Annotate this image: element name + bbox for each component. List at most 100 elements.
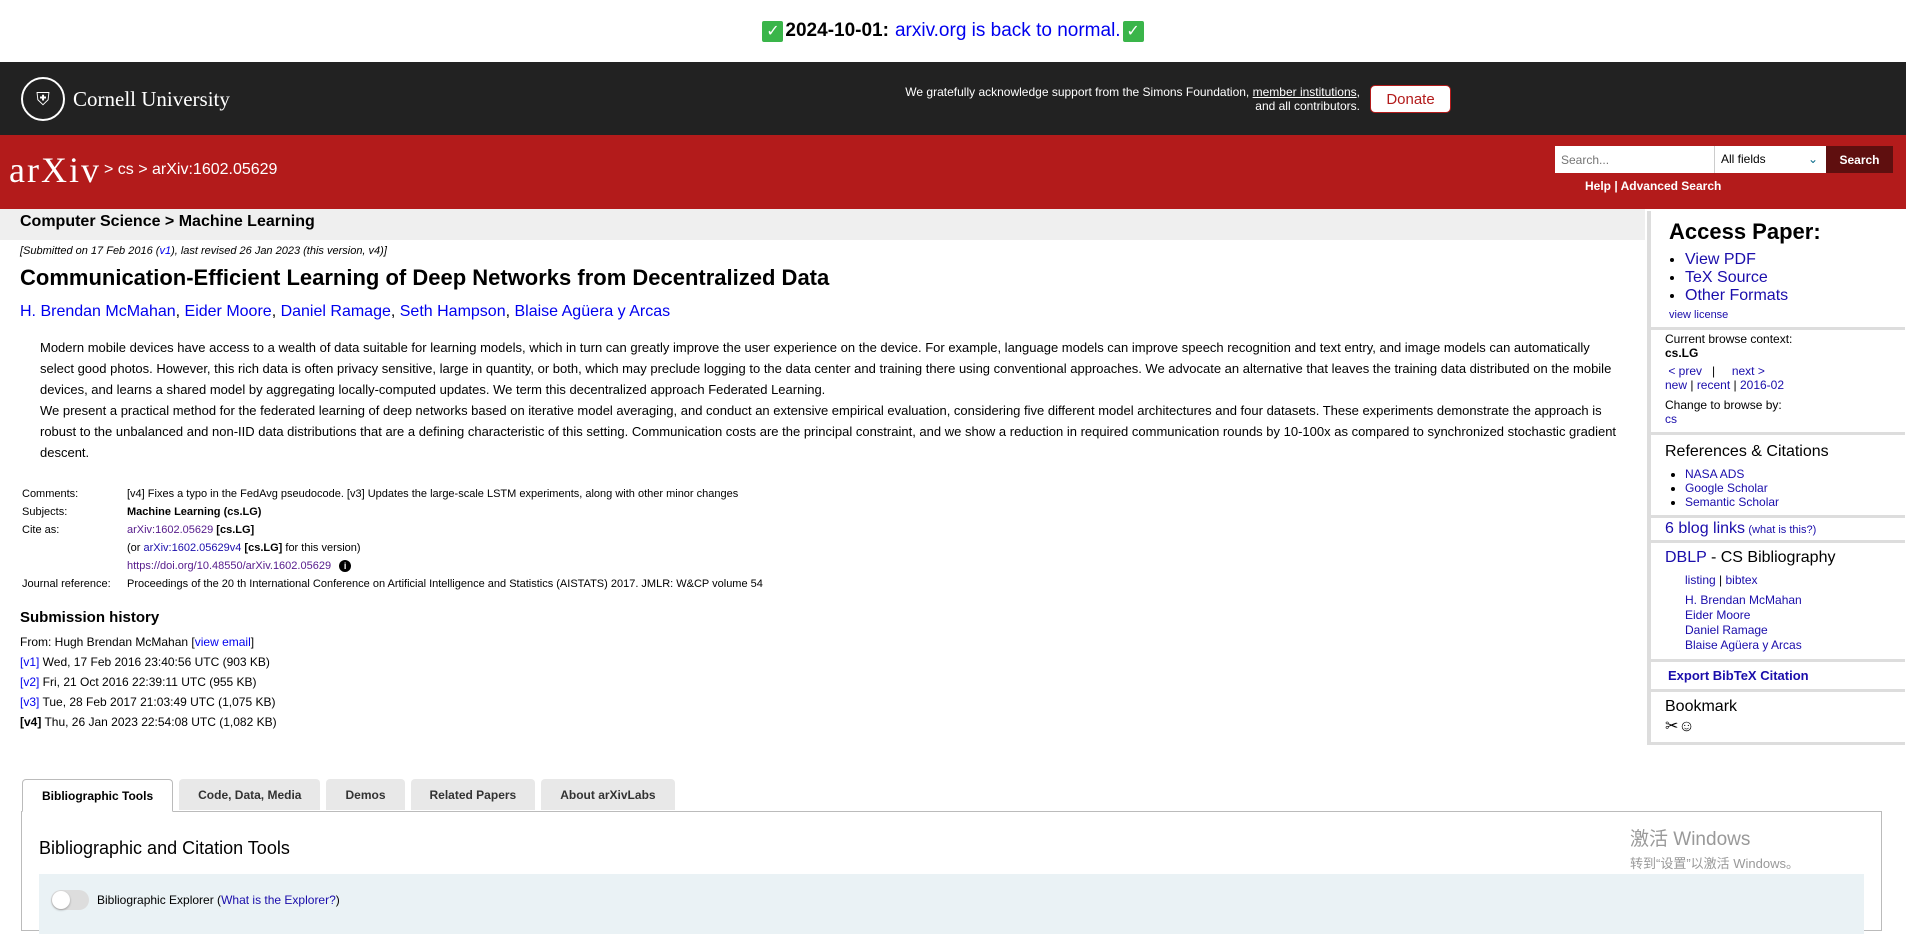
announcement-link[interactable]: arxiv.org is back to normal. xyxy=(895,20,1121,42)
tab-related-papers[interactable]: Related Papers xyxy=(410,779,536,810)
tab-bibliographic-tools[interactable]: Bibliographic Tools xyxy=(22,779,174,812)
what-is-this-link[interactable]: (what is this?) xyxy=(1748,524,1816,536)
cite-or-pre: (or xyxy=(127,542,144,554)
abstract-paragraph: Modern mobile devices have access to a w… xyxy=(40,340,1612,397)
change-browse-label: Change to browse by: xyxy=(1665,398,1782,412)
submission-history: From: Hugh Brendan McMahan [view email] … xyxy=(20,632,1630,732)
author-link[interactable]: Seth Hampson xyxy=(400,303,506,320)
comments-label: Comments: xyxy=(22,488,79,500)
paper-main: [Submitted on 17 Feb 2016 (v1), last rev… xyxy=(20,245,1630,732)
access-paper-heading: Access Paper: xyxy=(1669,219,1821,244)
version-date: Thu, 26 Jan 2023 22:54:08 UTC (1,082 KB) xyxy=(41,715,277,729)
dblp-listing-link[interactable]: listing xyxy=(1685,573,1716,587)
dateline-pre: [Submitted on 17 Feb 2016 ( xyxy=(20,245,160,257)
donate-button[interactable]: Donate xyxy=(1370,85,1451,113)
history-from: From: Hugh Brendan McMahan [view email] xyxy=(20,632,1630,652)
tab-demos[interactable]: Demos xyxy=(326,779,405,810)
view-license-link[interactable]: view license xyxy=(1669,309,1728,321)
change-browse-cs-link[interactable]: cs xyxy=(1665,412,1677,426)
dateline: [Submitted on 17 Feb 2016 (v1), last rev… xyxy=(20,245,1630,257)
breadcrumb[interactable]: > cs > arXiv:1602.05629 xyxy=(104,161,277,179)
version-link[interactable]: [v1] xyxy=(20,655,39,669)
announcement-date: 2024-10-01: xyxy=(785,20,889,41)
bibsonomy-icon[interactable]: ✂ xyxy=(1665,718,1678,735)
cite-category: [cs.LG] xyxy=(216,524,255,536)
browse-context-label: Current browse context: xyxy=(1665,332,1793,346)
watermark-line2: 转到“设置”以激活 Windows。 xyxy=(1630,856,1800,871)
author-link[interactable]: H. Brendan McMahan xyxy=(20,303,176,320)
view-pdf-link[interactable]: View PDF xyxy=(1685,251,1756,268)
bookmark-heading: Bookmark xyxy=(1665,698,1738,715)
tab-about-arxivlabs[interactable]: About arXivLabs xyxy=(541,779,675,810)
doi-link[interactable]: https://doi.org/10.48550/arXiv.1602.0562… xyxy=(127,560,331,572)
google-scholar-link[interactable]: Google Scholar xyxy=(1685,481,1768,495)
abstract: Modern mobile devices have access to a w… xyxy=(40,337,1620,463)
version-link[interactable]: [v3] xyxy=(20,695,39,709)
arxiv-logo[interactable]: arXiv xyxy=(9,149,101,191)
access-paper-box: Access Paper: View PDF TeX Source Other … xyxy=(1647,211,1905,330)
check-icon: ✓ xyxy=(762,20,784,42)
dblp-bibtex-link[interactable]: bibtex xyxy=(1725,573,1757,587)
subjects-value: Machine Learning (cs.LG) xyxy=(127,506,262,518)
dblp-link[interactable]: DBLP xyxy=(1665,549,1707,566)
new-link[interactable]: new xyxy=(1665,378,1687,392)
v1-link[interactable]: v1 xyxy=(159,245,171,257)
cornell-logo[interactable]: ⛨ Cornell University xyxy=(21,77,230,121)
dblp-author-link[interactable]: H. Brendan McMahan xyxy=(1685,593,1891,608)
advanced-search-link[interactable]: Advanced Search xyxy=(1621,179,1722,193)
semantic-scholar-link[interactable]: Semantic Scholar xyxy=(1685,495,1779,509)
dateline-post: ), last revised 26 Jan 2023 (this versio… xyxy=(171,245,387,257)
nasa-ads-link[interactable]: NASA ADS xyxy=(1685,467,1744,481)
reddit-icon[interactable]: ☺ xyxy=(1678,718,1694,735)
version-link[interactable]: [v2] xyxy=(20,675,39,689)
ack-text: We gratefully acknowledge support from t… xyxy=(905,85,1250,99)
toggle-knob xyxy=(52,891,70,909)
info-icon[interactable]: i xyxy=(339,560,352,572)
what-is-explorer-link[interactable]: What is the Explorer? xyxy=(221,893,336,907)
journal-value: Proceedings of the 20 th International C… xyxy=(127,578,763,590)
tab-code-data-media[interactable]: Code, Data, Media xyxy=(179,779,321,810)
explorer-label-end: ) xyxy=(335,893,340,907)
help-link[interactable]: Help xyxy=(1585,179,1611,193)
export-bibtex-link[interactable]: Export BibTeX Citation xyxy=(1668,668,1809,683)
bookmark-icons: ✂☺ xyxy=(1665,716,1891,736)
author-link[interactable]: Eider Moore xyxy=(185,303,272,320)
bibliographic-explorer-row: Bibliographic Explorer (What is the Expl… xyxy=(39,874,1864,934)
blog-links-link[interactable]: 6 blog links xyxy=(1665,520,1745,537)
subjects-label: Subjects: xyxy=(22,506,68,518)
cornell-bar: ⛨ Cornell University We gratefully ackno… xyxy=(0,62,1906,135)
author-link[interactable]: Blaise Agüera y Arcas xyxy=(514,303,670,320)
other-formats-link[interactable]: Other Formats xyxy=(1685,287,1788,304)
explorer-toggle[interactable] xyxy=(51,890,89,910)
dblp-author-link[interactable]: Daniel Ramage xyxy=(1685,623,1891,638)
member-institutions-link[interactable]: member institutions xyxy=(1253,85,1357,99)
cite-version-link[interactable]: arXiv:1602.05629v4 xyxy=(144,542,242,554)
references-citations-box: References & Citations NASA ADS Google S… xyxy=(1647,435,1905,518)
windows-activation-watermark: 激活 Windows 转到“设置”以激活 Windows。 xyxy=(1630,824,1799,872)
month-link[interactable]: 2016-02 xyxy=(1740,378,1784,392)
export-bibtex-box: Export BibTeX Citation xyxy=(1647,662,1905,692)
version-row: [v1] Wed, 17 Feb 2016 23:40:56 UTC (903 … xyxy=(20,652,1630,672)
explorer-label-text: Bibliographic Explorer ( xyxy=(97,893,222,907)
search-button[interactable]: Search xyxy=(1826,146,1893,173)
announcement-banner: ✓ 2024-10-01: arxiv.org is back to norma… xyxy=(0,0,1906,62)
subject-heading: Computer Science > Machine Learning xyxy=(0,209,1645,240)
tex-source-link[interactable]: TeX Source xyxy=(1685,269,1768,286)
search-input[interactable] xyxy=(1555,146,1715,173)
tab-bar: Bibliographic Tools Code, Data, Media De… xyxy=(22,779,681,812)
recent-link[interactable]: recent xyxy=(1697,378,1730,392)
help-links: Help | Advanced Search xyxy=(1585,179,1722,193)
version-date: Wed, 17 Feb 2016 23:40:56 UTC (903 KB) xyxy=(39,655,270,669)
tab-panel: Bibliographic and Citation Tools Bibliog… xyxy=(21,811,1882,934)
next-link[interactable]: next > xyxy=(1732,364,1765,378)
dblp-author-link[interactable]: Blaise Agüera y Arcas xyxy=(1685,638,1891,653)
dblp-author-link[interactable]: Eider Moore xyxy=(1685,608,1891,623)
blog-links-box: 6 blog links (what is this?) xyxy=(1647,518,1905,543)
search-field-select[interactable]: All fields ⌄ xyxy=(1714,146,1826,173)
prev-link[interactable]: < prev xyxy=(1668,364,1702,378)
watermark-line1: 激活 Windows xyxy=(1630,829,1751,850)
cite-id-link[interactable]: arXiv:1602.05629 xyxy=(127,524,213,536)
explorer-label: Bibliographic Explorer (What is the Expl… xyxy=(97,893,340,907)
author-link[interactable]: Daniel Ramage xyxy=(281,303,391,320)
view-email-link[interactable]: view email xyxy=(195,635,251,649)
